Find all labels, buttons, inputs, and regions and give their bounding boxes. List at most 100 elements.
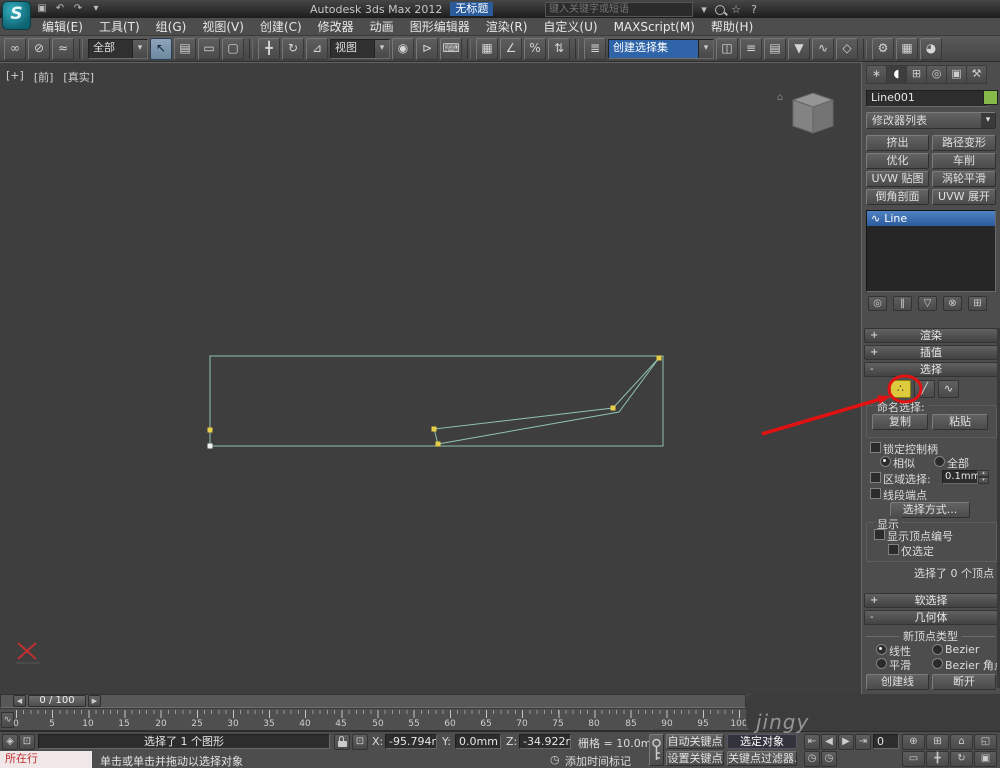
use-pivot-center-icon[interactable]: ◉ [392,37,414,60]
spinner-up-icon[interactable]: ▴ [978,470,989,477]
z-coordinate-field[interactable]: -34.922mm [519,734,571,749]
quick-access-dropdown-icon[interactable]: ▾ [88,2,104,16]
tab-motion[interactable]: ◎ [926,65,947,84]
app-logo-icon[interactable]: S [2,1,31,30]
set-key-button[interactable]: 设置关键点 [666,751,724,766]
selection-lock-icon[interactable] [334,734,350,750]
vertex-marker[interactable] [431,426,437,432]
area-selection-checkbox[interactable] [870,472,881,483]
favorites-star-icon[interactable]: ☆ [729,3,743,16]
viewport-menu-general[interactable]: [+] [6,69,24,85]
area-selection-value[interactable]: 0.1mm [942,470,980,484]
spinner-snap-icon[interactable]: ⇅ [548,37,570,60]
menu-item-tools[interactable]: 工具(T) [91,18,148,36]
pin-stack-icon[interactable]: ◎ [868,296,887,311]
time-slider-handle[interactable]: 0 / 100 [28,695,86,707]
add-time-tag-label[interactable]: 添加时间标记 [565,753,631,768]
menu-item-views[interactable]: 视图(V) [194,18,252,36]
isolate-selection-icon[interactable]: ◈ [2,734,18,750]
object-color-swatch[interactable] [983,90,998,105]
search-dropdown-icon[interactable]: ▾ [697,3,711,16]
maximize-viewport-icon[interactable]: ▣ [974,751,997,767]
menu-item-group[interactable]: 组(G) [148,18,195,36]
modifier-button-bevel-profile[interactable]: 倒角剖面 [866,189,929,205]
absolute-offset-mode-icon[interactable]: ⊡ [352,734,368,750]
vertex-marker[interactable] [610,405,616,411]
lock-handles-checkbox[interactable] [870,442,881,453]
search-input[interactable] [545,2,693,17]
select-and-link-icon[interactable]: ∞ [4,37,26,60]
zoom-region-icon[interactable]: ▭ [902,751,925,767]
tab-display[interactable]: ▣ [946,65,967,84]
layer-manager-icon[interactable]: ▤ [764,37,786,60]
select-object-icon[interactable]: ↖ [150,37,172,60]
rectangular-selection-region-icon[interactable]: ▭ [198,37,220,60]
frame-back-icon[interactable]: ◀ [13,695,26,707]
modifier-button-uvw-unwrap[interactable]: UVW 展开 [932,189,996,205]
viewport[interactable]: [+] [前] [真实] ⌂ [0,62,861,694]
menu-item-create[interactable]: 创建(C) [252,18,310,36]
menu-item-modifiers[interactable]: 修改器 [310,18,362,36]
rollout-interpolation[interactable]: + 插值 [864,345,998,360]
named-selection-set-dropdown[interactable]: 创建选择集 ▾ [608,38,714,59]
graphite-ribbon-icon[interactable]: ▼ [788,37,810,60]
chevron-down-icon[interactable]: ▾ [981,113,995,128]
time-tag-clock-icon[interactable]: ◷ [550,753,560,766]
selection-lock-toggle-region-icon[interactable]: ⊡ [19,734,35,750]
viewport-menu-shading[interactable]: [真实] [63,69,94,85]
bezier-radio[interactable] [932,644,943,655]
spinner-down-icon[interactable]: ▾ [978,477,989,484]
segment-subobject-icon[interactable]: ╱ [914,380,935,398]
time-slider-track[interactable] [0,694,746,708]
modifier-button-optimize[interactable]: 优化 [866,153,929,169]
vertex-marker[interactable] [435,441,441,447]
selected-only-checkbox[interactable] [888,544,899,555]
rollout-selection[interactable]: - 选择 [864,362,998,377]
menu-item-help[interactable]: 帮助(H) [703,18,761,36]
spline-rectangle[interactable] [209,355,664,447]
current-frame-field[interactable]: 0 [873,734,899,749]
tab-hierarchy[interactable]: ⊞ [906,65,927,84]
viewcube[interactable]: ⌂ [775,88,845,143]
smooth-radio[interactable] [876,658,887,669]
reference-coordinate-dropdown[interactable]: 视图 ▾ [330,38,390,59]
snap-toggle-icon[interactable]: ▦ [476,37,498,60]
menu-item-edit[interactable]: 编辑(E) [34,18,91,36]
go-to-end-icon[interactable]: ⇥ [855,734,871,750]
modifier-button-uvw-map[interactable]: UVW 贴图 [866,171,929,187]
save-icon[interactable]: ▣ [34,2,50,16]
unlink-selection-icon[interactable]: ⊘ [28,37,50,60]
zoom-all-icon[interactable]: ⊞ [926,734,949,750]
render-setup-icon[interactable]: ⚙ [872,37,894,60]
rollout-rendering[interactable]: + 渲染 [864,328,998,343]
mirror-icon[interactable]: ◫ [716,37,738,60]
tab-utilities[interactable]: ⚒ [966,65,987,84]
bezier-corner-radio[interactable] [932,658,943,669]
selected-filter-dropdown[interactable]: 选定对象 [727,734,797,749]
auto-key-button[interactable]: 自动关键点 [666,734,724,749]
spline-subobject-icon[interactable]: ∿ [938,380,959,398]
menu-item-rendering[interactable]: 渲染(R) [478,18,536,36]
tab-modify[interactable]: ◖ [886,65,907,84]
menu-item-customize[interactable]: 自定义(U) [535,18,605,36]
menu-item-animation[interactable]: 动画 [362,18,402,36]
maxscript-mini-listener[interactable]: 所在行 [0,751,92,768]
viewcube-home-icon[interactable]: ⌂ [777,92,783,103]
tab-create[interactable]: ∗ [866,65,887,84]
modifier-list-dropdown[interactable]: 修改器列表 ▾ [866,112,996,129]
key-filters-button[interactable]: 关键点过滤器... [727,751,797,766]
menu-item-graph-editors[interactable]: 图形编辑器 [402,18,478,36]
vertex-subobject-icon[interactable]: ∴ [890,380,911,398]
zoom-extents-all-icon[interactable]: ◱ [974,734,997,750]
vertex-marker[interactable] [656,355,662,361]
stack-item-line[interactable]: ∿ Line [867,211,995,226]
all-radio[interactable] [934,456,945,467]
alike-radio[interactable] [880,456,891,467]
menu-item-maxscript[interactable]: MAXScript(M) [606,18,703,36]
modifier-button-extrude[interactable]: 挤出 [866,135,929,151]
bind-to-space-warp-icon[interactable]: ≈ [52,37,74,60]
set-keys-button[interactable] [649,734,664,766]
spline-shape[interactable] [0,63,861,695]
selection-filter-dropdown[interactable]: 全部 ▾ [88,38,148,59]
y-coordinate-field[interactable]: 0.0mm [455,734,501,749]
